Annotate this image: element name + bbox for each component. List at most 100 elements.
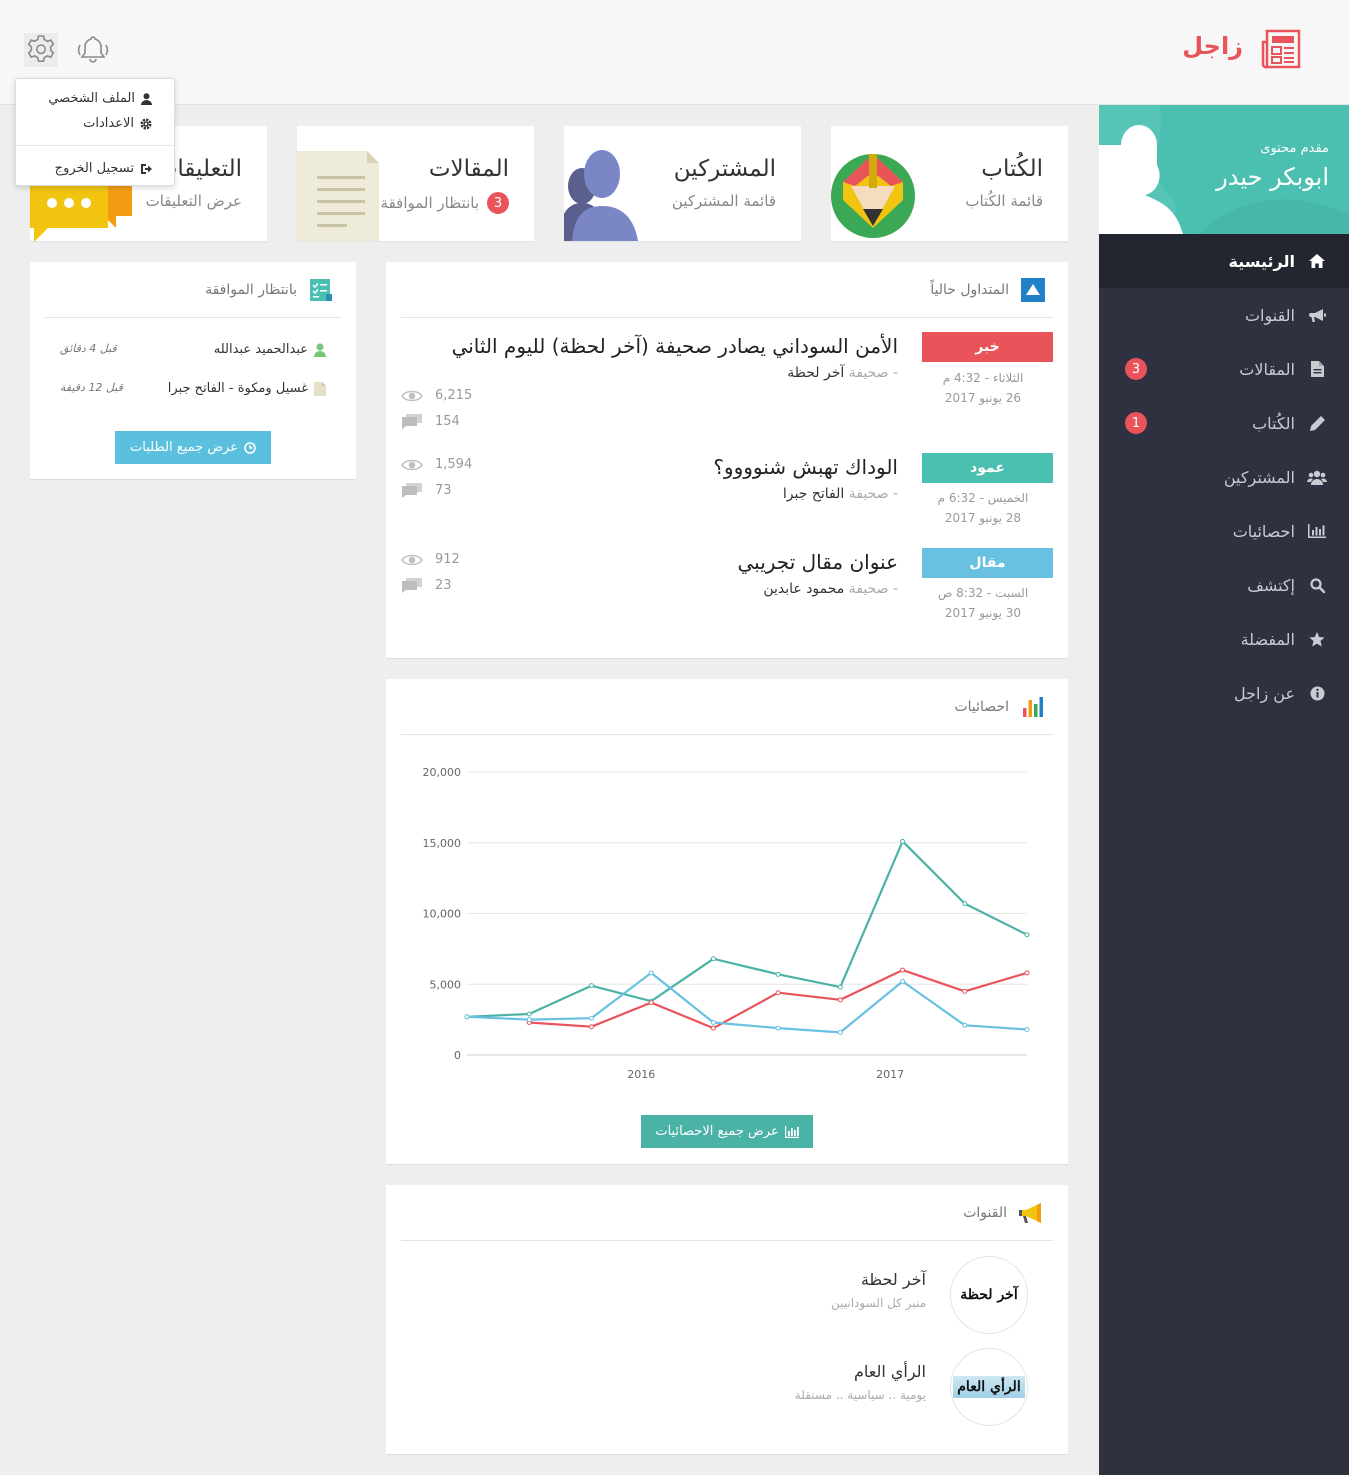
sidebar-item-favorites[interactable]: المفضلة <box>1099 612 1349 666</box>
channel-item[interactable]: الرأي العام الرأي العام يومية .. سياسية … <box>386 1348 1068 1428</box>
sidebar-badge-writers: 1 <box>1125 412 1147 434</box>
stat-card-articles[interactable]: المقالات 3 بانتظار الموافقة <box>297 126 534 241</box>
sidebar-item-channels[interactable]: القنوات <box>1099 288 1349 342</box>
channel-logo: آخر لحظة <box>950 1256 1028 1334</box>
trending-tag: مقال <box>922 548 1053 578</box>
chart-point <box>1024 1027 1030 1033</box>
menu-divider <box>16 145 174 146</box>
trending-views: 1,594 <box>401 457 472 472</box>
file-icon <box>1307 359 1327 379</box>
trending-comments: 73 <box>401 481 452 499</box>
chart-point <box>1024 970 1030 976</box>
view-all-requests-button[interactable]: عرض جميع الطلبات <box>115 431 271 464</box>
menu-item-logout[interactable]: تسجيل الخروج <box>55 161 152 176</box>
channel-name[interactable]: آخر لحظة <box>861 1270 926 1289</box>
chart-point <box>775 1025 781 1031</box>
trending-date: السبت - 8:32 ص 30 يونيو 2017 <box>937 586 1029 620</box>
stat-card-title: الكُتاب <box>981 156 1043 182</box>
channel-name[interactable]: الرأي العام <box>854 1362 926 1381</box>
stat-card-subtitle: 3 بانتظار الموافقة <box>381 192 509 214</box>
trending-title[interactable]: الوداك تهبش شنوووو؟ <box>713 455 898 479</box>
colored-bar-chart-icon <box>1023 696 1043 717</box>
top-bar: زاجل <box>0 0 1349 105</box>
trending-title[interactable]: عنوان مقال تجريبي <box>738 550 899 574</box>
sidebar-item-home[interactable]: الرئيسية <box>1099 234 1349 288</box>
channels-panel: القنوات آخر لحظة آخر لحظة منبر كل السودا… <box>386 1185 1068 1455</box>
pending-panel-title: بانتظار الموافقة <box>205 281 297 298</box>
trending-tag: خبر <box>922 332 1053 362</box>
trending-views: 912 <box>401 552 460 567</box>
chart-point <box>464 1014 470 1020</box>
search-icon <box>1307 575 1327 595</box>
stat-card-writers[interactable]: الكُتاب قائمة الكُتاب <box>831 126 1068 241</box>
channel-item[interactable]: آخر لحظة آخر لحظة منبر كل السودانيين <box>386 1256 1068 1336</box>
sidebar-item-discover[interactable]: إكتشف <box>1099 558 1349 612</box>
sidebar-item-articles[interactable]: المقالات 3 <box>1099 342 1349 396</box>
sidebar-item-label: الكُتاب <box>1252 413 1295 433</box>
subscriber-avatar-icon <box>564 150 638 241</box>
clock-icon <box>244 441 256 454</box>
chart-point <box>962 988 968 994</box>
stat-card-badge: 3 <box>487 192 509 214</box>
stat-card-subtitle: قائمة المشتركين <box>671 192 776 210</box>
trending-item[interactable]: مقال السبت - 8:32 ص 30 يونيو 2017 عنوان … <box>386 548 1068 658</box>
chart-point <box>526 1017 532 1023</box>
stat-card-title: المشتركين <box>673 156 776 182</box>
channel-description: منبر كل السودانيين <box>830 1296 926 1310</box>
sidebar-item-label: المفضلة <box>1240 629 1295 649</box>
eye-icon <box>401 390 423 401</box>
chart-y-tick-label: 20,000 <box>423 766 462 779</box>
stat-card-subtitle: قائمة الكُتاب <box>965 192 1043 210</box>
chart-point <box>588 1015 594 1021</box>
sidebar-item-about[interactable]: عن زاجل <box>1099 666 1349 720</box>
star-icon <box>1307 629 1327 649</box>
sidebar-item-statistics[interactable]: احصائيات <box>1099 504 1349 558</box>
stat-card-subscribers[interactable]: المشتركين قائمة المشتركين <box>564 126 801 241</box>
trending-panel: المتداول حالياً خبر الثلاثاء - 4:32 م 26… <box>386 262 1068 659</box>
trending-panel-title: المتداول حالياً <box>930 281 1009 298</box>
newspaper-logo-icon[interactable] <box>1261 28 1303 70</box>
menu-item-settings[interactable]: الاعدادات <box>83 116 152 131</box>
chart-point <box>588 983 594 989</box>
chart-y-tick-label: 0 <box>454 1049 461 1062</box>
trending-comments: 23 <box>401 576 452 594</box>
profile-role: مقدم محتوى <box>1260 141 1329 156</box>
bar-chart-icon <box>784 1125 799 1138</box>
chart-point <box>526 1011 532 1017</box>
chart-point <box>775 990 781 996</box>
view-all-statistics-button[interactable]: عرض جميع الاحصائيات <box>641 1115 813 1148</box>
pending-item[interactable]: عبدالحميد عبدالله قبل 4 دقائق <box>45 342 341 366</box>
stat-card-title: المقالات <box>428 156 509 182</box>
trending-item[interactable]: عمود الخميس - 6:32 م 28 يونيو 2017 الودا… <box>386 453 1068 563</box>
sidebar-item-label: إكتشف <box>1247 575 1295 595</box>
sidebar-item-label: المقالات <box>1239 359 1295 379</box>
eye-icon <box>401 459 423 470</box>
pending-panel-header: بانتظار الموافقة <box>45 262 341 318</box>
menu-item-logout-label: تسجيل الخروج <box>54 161 134 176</box>
app-logo-text[interactable]: زاجل <box>1182 32 1243 60</box>
trending-up-icon <box>1021 277 1045 302</box>
chart-x-tick-label: 2017 <box>876 1068 904 1081</box>
statistics-panel-header: احصائيات <box>401 679 1053 735</box>
pending-item[interactable]: غسيل ومكوة - الفاتح جبرا قبل 12 دقيقة <box>45 381 341 405</box>
bell-icon[interactable] <box>76 33 110 67</box>
statistics-line-chart: 0 5,000 10,000 15,000 20,000 2016 2017 <box>423 766 1030 1081</box>
sidebar-item-writers[interactable]: الكُتاب 1 <box>1099 396 1349 450</box>
trending-title[interactable]: الأمن السوداني يصادر صحيفة (آخر لحظة) لل… <box>452 334 898 358</box>
trending-tag: عمود <box>922 453 1053 483</box>
document-icon <box>297 151 379 241</box>
comments-icon <box>402 578 422 593</box>
gear-icon[interactable] <box>24 33 58 67</box>
chart-series-line <box>529 969 1028 1030</box>
sidebar-item-label: عن زاجل <box>1234 683 1295 703</box>
sidebar-item-subscribers[interactable]: المشتركين <box>1099 450 1349 504</box>
chart-point <box>837 984 843 990</box>
chart-point <box>962 1022 968 1028</box>
pending-approval-panel: بانتظار الموافقة عبدالحميد عبدالله قبل 4… <box>30 262 356 480</box>
chart-y-tick-label: 15,000 <box>423 837 462 850</box>
sidebar-item-label: احصائيات <box>1232 521 1295 541</box>
menu-item-profile[interactable]: الملف الشخصي <box>48 91 152 106</box>
trending-item[interactable]: خبر الثلاثاء - 4:32 م 26 يونيو 2017 الأم… <box>386 332 1068 442</box>
trending-source: - صحيفة آخر لحظة <box>787 365 898 381</box>
chart-y-tick-label: 10,000 <box>423 908 462 921</box>
